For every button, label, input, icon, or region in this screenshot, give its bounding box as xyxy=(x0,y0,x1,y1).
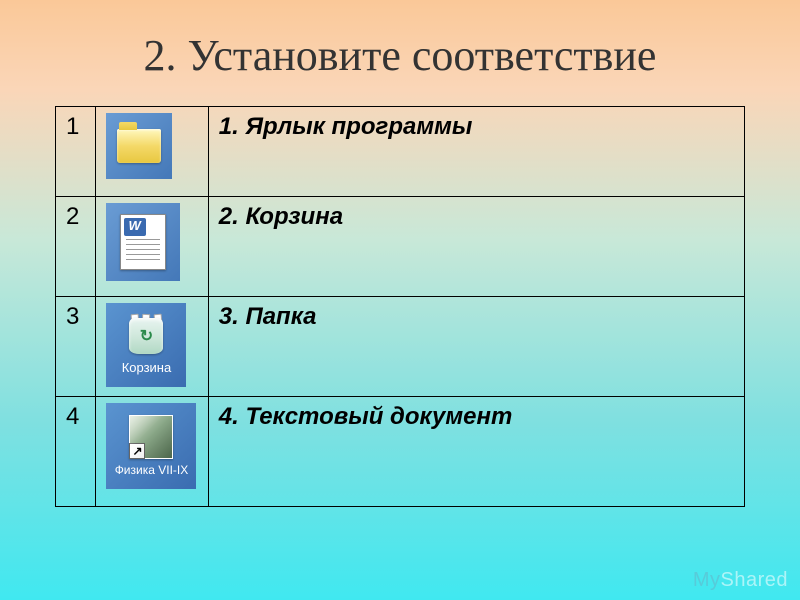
table-row: 2 2. Корзина xyxy=(56,197,745,297)
table-row: 1 1. Ярлык программы xyxy=(56,107,745,197)
recycle-bin-icon: Корзина xyxy=(106,303,186,387)
folder-icon xyxy=(106,113,172,179)
option-text: 4. Текстовый документ xyxy=(208,397,744,507)
icon-caption: Корзина xyxy=(122,360,172,375)
watermark: MyShared xyxy=(693,569,788,592)
row-number: 3 xyxy=(56,297,96,397)
program-shortcut-icon: ↗ Физика VII-IX xyxy=(106,403,196,489)
row-number: 2 xyxy=(56,197,96,297)
option-text: 2. Корзина xyxy=(208,197,744,297)
icon-cell xyxy=(96,107,208,197)
row-number: 4 xyxy=(56,397,96,507)
icon-cell: ↗ Физика VII-IX xyxy=(96,397,208,507)
table-row: 4 ↗ Физика VII-IX 4. Текстовый документ xyxy=(56,397,745,507)
watermark-my: My xyxy=(693,569,721,591)
slide-title: 2. Установите соответствие xyxy=(0,0,800,106)
word-document-icon xyxy=(106,203,180,281)
option-text: 3. Папка xyxy=(208,297,744,397)
icon-cell xyxy=(96,197,208,297)
shortcut-arrow-badge: ↗ xyxy=(129,443,145,459)
watermark-shared: Shared xyxy=(721,569,789,591)
icon-cell: Корзина xyxy=(96,297,208,397)
match-table: 1 1. Ярлык программы 2 2. Корзина 3 Корз… xyxy=(55,106,745,507)
table-row: 3 Корзина 3. Папка xyxy=(56,297,745,397)
icon-caption: Физика VII-IX xyxy=(115,463,189,477)
row-number: 1 xyxy=(56,107,96,197)
option-text: 1. Ярлык программы xyxy=(208,107,744,197)
